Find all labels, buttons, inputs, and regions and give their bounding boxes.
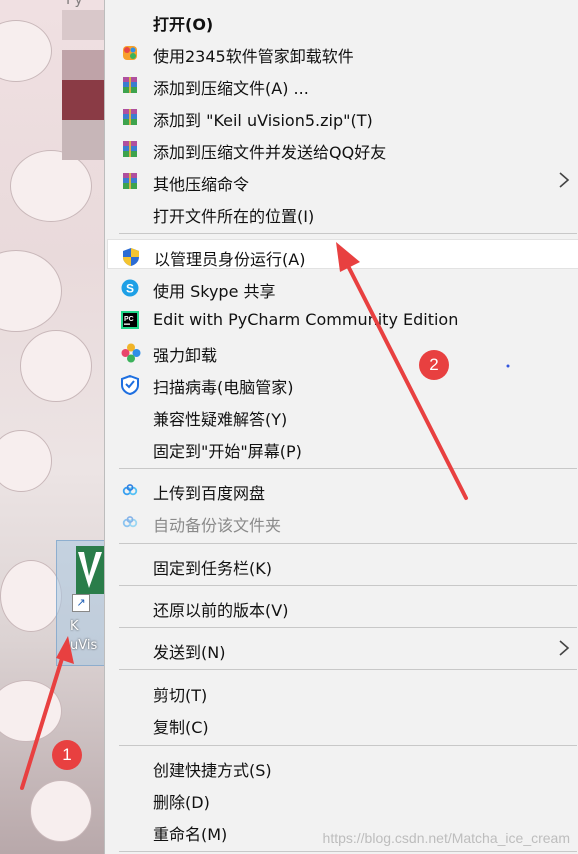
- menu-item-open[interactable]: 打开(O): [105, 5, 578, 35]
- antivirus-shield-icon: [121, 374, 139, 396]
- shortcut-arrow-icon: ↗: [72, 594, 90, 612]
- menu-item-label: 使用 Skype 共享: [153, 282, 276, 301]
- menu-item-run-as-admin[interactable]: 以管理员身份运行(A): [107, 239, 578, 269]
- menu-item-other-compress[interactable]: 其他压缩命令: [105, 165, 578, 195]
- flower-petal: [0, 680, 62, 742]
- menu-separator: [119, 233, 577, 234]
- menu-separator: [119, 468, 577, 469]
- menu-item-label: 上传到百度网盘: [153, 484, 266, 503]
- menu-item-uninstall-2345[interactable]: 使用2345软件管家卸载软件: [105, 37, 578, 67]
- menu-separator: [119, 669, 577, 670]
- menu-item-label: 自动备份该文件夹: [153, 516, 282, 535]
- menu-item-label: 固定到任务栏(K): [153, 559, 272, 578]
- context-menu: 打开(O) 使用2345软件管家卸载软件 添加到压缩文件(A) ... 添加到 …: [104, 0, 578, 854]
- baidu-cloud-icon: [121, 513, 139, 531]
- menu-item-open-file-location[interactable]: 打开文件所在的位置(I): [105, 197, 578, 227]
- menu-item-copy[interactable]: 复制(C): [105, 708, 578, 738]
- menu-separator: [119, 851, 577, 852]
- menu-item-label: 添加到 "Keil uVision5.zip"(T): [153, 111, 373, 130]
- menu-item-auto-backup: 自动备份该文件夹: [105, 506, 578, 536]
- menu-item-label: 打开文件所在的位置(I): [153, 207, 315, 226]
- blurred-icon: [62, 10, 104, 40]
- menu-item-delete[interactable]: 删除(D): [105, 783, 578, 813]
- uac-shield-icon: [122, 247, 140, 266]
- baidu-cloud-icon: [121, 481, 139, 499]
- menu-separator: [119, 543, 577, 544]
- menu-item-label: 兼容性疑难解答(Y): [153, 410, 288, 429]
- flower-petal: [0, 20, 52, 82]
- menu-item-label: 添加到压缩文件并发送给QQ好友: [153, 143, 387, 162]
- menu-item-label: 删除(D): [153, 793, 210, 812]
- desktop-background: Py ↗ K uVis: [0, 0, 104, 854]
- flower-petal: [0, 250, 62, 332]
- flower-petal: [0, 560, 62, 632]
- menu-item-label: 打开(O): [153, 15, 214, 34]
- menu-item-label: Edit with PyCharm Community Edition: [153, 310, 459, 329]
- menu-item-label: 添加到压缩文件(A) ...: [153, 79, 309, 98]
- menu-item-label: 还原以前的版本(V): [153, 601, 289, 620]
- menu-item-send-to[interactable]: 发送到(N): [105, 633, 578, 663]
- menu-item-label: 其他压缩命令: [153, 175, 250, 194]
- annotation-badge-1: 1: [52, 740, 82, 770]
- 2345-icon: [121, 44, 139, 62]
- menu-item-label: 强力卸载: [153, 346, 218, 365]
- keil-uvision-icon: [76, 546, 104, 594]
- winrar-icon: [121, 76, 139, 94]
- flower-petal: [10, 150, 92, 222]
- winrar-icon: [121, 108, 139, 126]
- menu-item-force-uninstall[interactable]: 强力卸载: [105, 336, 578, 366]
- annotation-badge-2: 2: [419, 350, 449, 380]
- menu-item-label: 创建快捷方式(S): [153, 761, 272, 780]
- menu-separator: [119, 585, 577, 586]
- svg-text:PC: PC: [124, 316, 134, 323]
- menu-separator: [119, 745, 577, 746]
- blurred-icon: [62, 80, 104, 120]
- menu-item-label: 复制(C): [153, 718, 209, 737]
- desktop-item-label: Py: [66, 0, 83, 8]
- menu-item-create-shortcut[interactable]: 创建快捷方式(S): [105, 751, 578, 781]
- menu-item-label: 以管理员身份运行(A): [154, 250, 306, 269]
- flower-petal: [0, 430, 52, 492]
- skype-icon: S: [121, 279, 139, 297]
- menu-item-label: 剪切(T): [153, 686, 208, 705]
- menu-item-label: 重命名(M): [153, 825, 228, 844]
- menu-item-edit-pycharm[interactable]: PC Edit with PyCharm Community Edition: [105, 304, 578, 334]
- menu-item-add-to-archive[interactable]: 添加到压缩文件(A) ...: [105, 69, 578, 99]
- menu-item-label: 使用2345软件管家卸载软件: [153, 47, 354, 66]
- menu-item-label: 扫描病毒(电脑管家): [153, 378, 294, 397]
- blurred-icon: [62, 120, 104, 160]
- menu-item-restore-versions[interactable]: 还原以前的版本(V): [105, 591, 578, 621]
- blurred-icon: [62, 50, 104, 80]
- menu-item-scan-virus[interactable]: 扫描病毒(电脑管家): [105, 368, 578, 398]
- menu-item-pin-taskbar[interactable]: 固定到任务栏(K): [105, 549, 578, 579]
- chevron-right-icon: [557, 170, 571, 190]
- menu-item-upload-baidu[interactable]: 上传到百度网盘: [105, 474, 578, 504]
- menu-separator: [119, 627, 577, 628]
- menu-item-pin-start[interactable]: 固定到"开始"屏幕(P): [105, 432, 578, 462]
- menu-item-compatibility[interactable]: 兼容性疑难解答(Y): [105, 400, 578, 430]
- menu-item-archive-send-qq[interactable]: 添加到压缩文件并发送给QQ好友: [105, 133, 578, 163]
- menu-item-add-to-zip[interactable]: 添加到 "Keil uVision5.zip"(T): [105, 101, 578, 131]
- winrar-icon: [121, 172, 139, 190]
- watermark: https://blog.csdn.net/Matcha_ice_cream: [322, 830, 570, 846]
- svg-text:S: S: [126, 282, 134, 296]
- chevron-right-icon: [557, 638, 571, 658]
- winrar-icon: [121, 140, 139, 158]
- flower-petal: [20, 330, 92, 402]
- flower-petal: [30, 780, 92, 842]
- menu-item-label: 固定到"开始"屏幕(P): [153, 442, 302, 461]
- menu-item-label: 发送到(N): [153, 643, 226, 662]
- pycharm-icon: PC: [121, 311, 139, 329]
- menu-item-cut[interactable]: 剪切(T): [105, 676, 578, 706]
- uninstall-icon: [121, 343, 141, 363]
- shortcut-label: K uVis: [70, 619, 98, 653]
- menu-item-share-skype[interactable]: S 使用 Skype 共享: [105, 272, 578, 302]
